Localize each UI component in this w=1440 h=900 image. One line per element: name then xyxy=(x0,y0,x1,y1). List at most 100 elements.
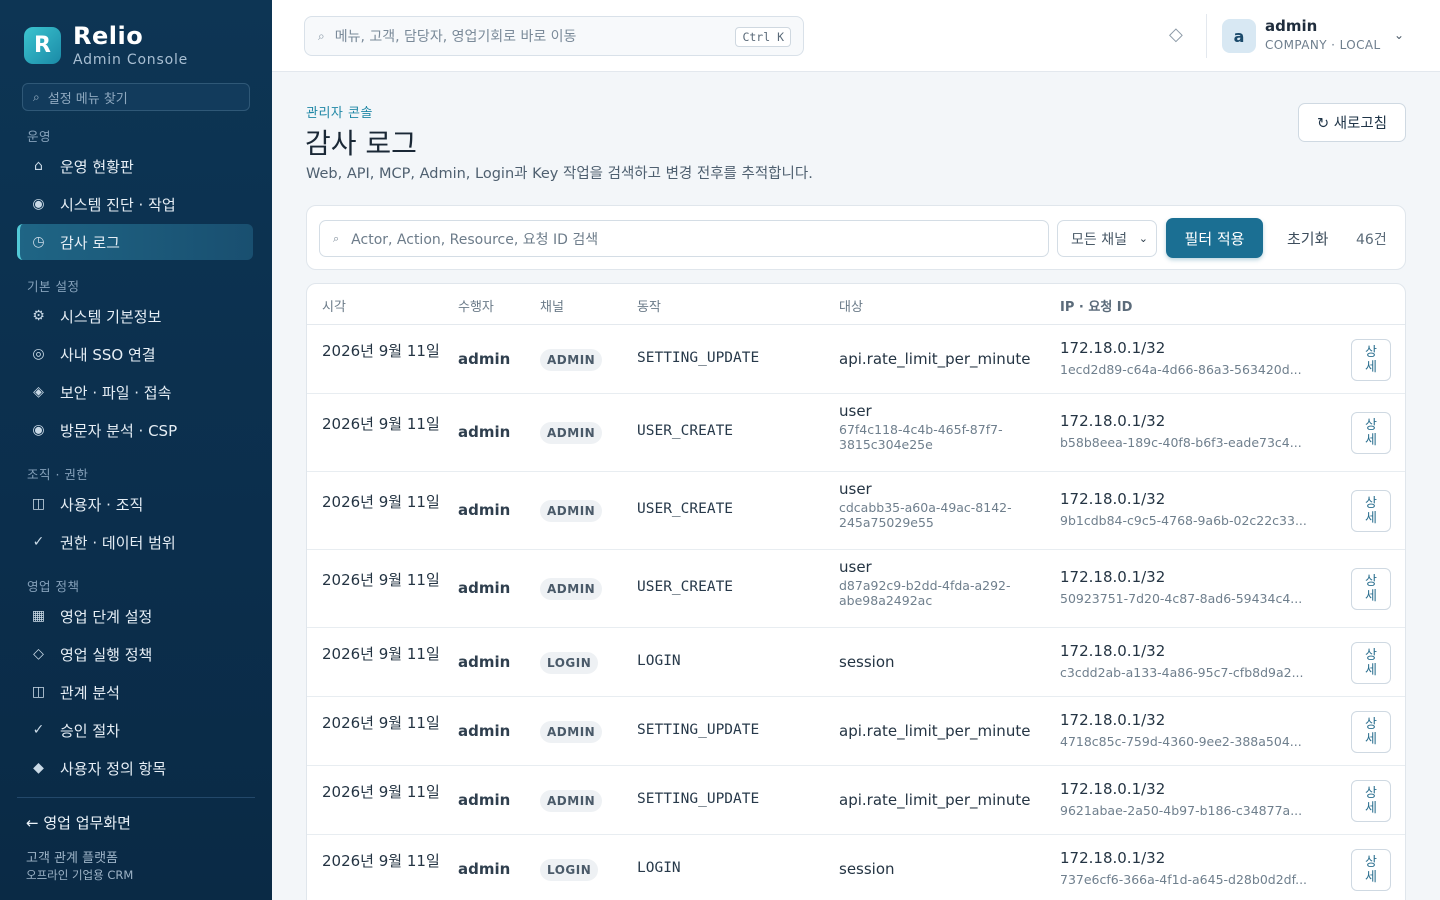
table-row[interactable]: 2026년 9월 11일 admin ADMIN SETTING_UPDATE api.… xyxy=(307,697,1405,766)
cell-request-id: b58b8eea-189c-40f8-b6f3-eade73c4... xyxy=(1060,435,1302,450)
global-search-placeholder: 메뉴, 고객, 담당자, 영업기회로 바로 이동 xyxy=(334,29,577,45)
cell-actor: admin xyxy=(458,349,511,368)
table-row[interactable]: 2026년 9월 11일 admin ADMIN USER_CREATE user 67f… xyxy=(307,394,1405,472)
channel-badge: LOGIN xyxy=(540,858,599,881)
cell-ip: 172.18.0.1/32 xyxy=(1060,710,1166,729)
cell-actor: admin xyxy=(458,859,511,878)
avatar[interactable]: a xyxy=(1222,19,1256,53)
sidebar-item-sales-stages[interactable]: ▦ 영업 단계 설정 xyxy=(17,598,253,634)
audit-log-table: 시각 수행자 채널 동작 대상 IP · 요청 ID 2026년 9월 11일 a… xyxy=(306,283,1406,900)
channel-select-value: 모든 채널 xyxy=(1071,231,1127,248)
table-row[interactable]: 2026년 9월 11일 admin ADMIN USER_CREATE user cdc… xyxy=(307,472,1405,550)
channel-badge: ADMIN xyxy=(540,578,603,600)
sidebar-item-permissions[interactable]: ✓ 권한 · 데이터 범위 xyxy=(17,524,253,560)
diagnostics-icon: ◉ xyxy=(32,196,45,212)
sidebar-item-label: 시스템 기본정보 xyxy=(60,307,162,326)
sidebar-item-security[interactable]: ◈ 보안 · 파일 · 접속 xyxy=(17,374,253,410)
sidebar-item-label: 영업 단계 설정 xyxy=(60,607,153,626)
detail-button[interactable]: 상세 xyxy=(1351,779,1391,822)
topbar: ⌕ 메뉴, 고객, 담당자, 영업기회로 바로 이동 Ctrl K ◇ a ad… xyxy=(272,0,1440,72)
detail-button[interactable]: 상세 xyxy=(1351,412,1391,454)
sidebar-item-audit-log[interactable]: ◷ 감사 로그 xyxy=(17,224,253,260)
shortcut-hint: Ctrl K xyxy=(735,27,791,47)
table-row[interactable]: 2026년 9월 11일 admin ADMIN USER_CREATE user d87… xyxy=(307,550,1405,628)
users-icon: ◫ xyxy=(31,496,46,512)
cell-ip: 172.18.0.1/32 xyxy=(1060,641,1166,660)
user-org: COMPANY · LOCAL xyxy=(1265,38,1381,52)
channel-badge: ADMIN xyxy=(540,720,603,743)
sidebar-item-sales-policy[interactable]: ◇ 영업 실행 정책 xyxy=(17,636,253,672)
sidebar-item-label: 영업 실행 정책 xyxy=(60,645,153,664)
sidebar-search-input[interactable]: ⌕ 설정 메뉴 찾기 xyxy=(22,83,250,111)
channel-badge: ADMIN xyxy=(540,789,603,812)
cell-time: 2026년 9월 11일 xyxy=(322,713,440,732)
back-to-sales-link[interactable]: ← 영업 업무화면 xyxy=(26,812,131,833)
brand-logo: R xyxy=(24,27,61,64)
cell-action: LOGIN xyxy=(637,652,681,669)
brand-subtitle: Admin Console xyxy=(73,52,189,68)
reset-filter-button[interactable]: 초기화 xyxy=(1287,228,1328,249)
cell-actor: admin xyxy=(458,579,511,597)
table-row[interactable]: 2026년 9월 11일 admin LOGIN LOGIN session 172.18… xyxy=(307,628,1405,697)
chevron-down-icon[interactable]: ⌄ xyxy=(1394,28,1404,42)
cell-action: LOGIN xyxy=(637,859,681,876)
cell-ip: 172.18.0.1/32 xyxy=(1060,848,1166,867)
channel-badge: ADMIN xyxy=(540,500,603,522)
sidebar-item-custom-fields[interactable]: ◆ 사용자 정의 항목 xyxy=(17,750,253,786)
brand-name: Relio xyxy=(73,22,144,50)
cell-target-id: d87a92c9-b2dd-4fda-a292-abe98a2492ac xyxy=(839,578,1011,608)
detail-button[interactable]: 상세 xyxy=(1351,710,1391,753)
column-header-target: 대상 xyxy=(839,300,863,315)
channel-badge: ADMIN xyxy=(540,348,603,371)
diamond-icon: ◇ xyxy=(33,646,44,662)
brand[interactable]: R Relio Admin Console xyxy=(24,22,188,68)
apply-filter-button[interactable]: 필터 적용 xyxy=(1166,218,1263,258)
detail-button[interactable]: 상세 xyxy=(1351,568,1391,610)
cell-request-id: 9621abae-2a50-4b97-b186-c34877a... xyxy=(1060,802,1303,818)
cell-action: USER_CREATE xyxy=(637,579,734,595)
search-icon: ⌕ xyxy=(333,231,340,245)
cell-ip: 172.18.0.1/32 xyxy=(1060,338,1166,357)
global-search-input[interactable]: ⌕ 메뉴, 고객, 담당자, 영업기회로 바로 이동 Ctrl K xyxy=(304,16,804,56)
notification-icon[interactable]: ◇ xyxy=(1169,24,1183,45)
cell-time: 2026년 9월 11일 xyxy=(322,571,440,589)
cell-action: SETTING_UPDATE xyxy=(637,721,760,738)
sidebar-item-relation-analysis[interactable]: ◫ 관계 분석 xyxy=(17,674,253,710)
cell-target: api.rate_limit_per_minute xyxy=(839,721,1031,740)
cell-actor: admin xyxy=(458,501,511,519)
sidebar-item-analytics[interactable]: ◉ 방문자 분석 · CSP xyxy=(17,412,253,448)
sidebar-item-label: 사내 SSO 연결 xyxy=(60,345,156,364)
cell-ip: 172.18.0.1/32 xyxy=(1060,568,1166,586)
sidebar-item-users[interactable]: ◫ 사용자 · 조직 xyxy=(17,486,253,522)
cell-actor: admin xyxy=(458,652,511,671)
table-row[interactable]: 2026년 9월 11일 admin ADMIN SETTING_UPDATE api.… xyxy=(307,766,1405,835)
user-name[interactable]: admin xyxy=(1265,17,1317,35)
table-row[interactable]: 2026년 9월 11일 admin LOGIN LOGIN session 172.18… xyxy=(307,835,1405,900)
relation-icon: ◫ xyxy=(31,684,46,700)
table-row[interactable]: 2026년 9월 11일 admin ADMIN SETTING_UPDATE api.… xyxy=(307,325,1405,394)
nav-group-org-permissions: 조직 · 권한 xyxy=(27,467,89,482)
detail-button[interactable]: 상세 xyxy=(1351,848,1391,891)
search-icon: ⌕ xyxy=(318,28,325,43)
sidebar-item-sso[interactable]: ◎ 사내 SSO 연결 xyxy=(17,336,253,372)
sidebar: R Relio Admin Console ⌕ 설정 메뉴 찾기 운영 ⌂ 운영 … xyxy=(0,0,272,900)
cell-target: api.rate_limit_per_minute xyxy=(839,349,1031,368)
sidebar-footer-subtitle: 오프라인 기업용 CRM xyxy=(26,868,134,882)
cell-target: session xyxy=(839,859,895,878)
breadcrumb[interactable]: 관리자 콘솔 xyxy=(306,102,373,121)
sidebar-item-system-info[interactable]: ⚙ 시스템 기본정보 xyxy=(17,298,253,334)
sidebar-item-diagnostics[interactable]: ◉ 시스템 진단 · 작업 xyxy=(17,186,253,222)
refresh-button[interactable]: ↻ 새로고침 xyxy=(1298,103,1406,142)
sidebar-item-dashboard[interactable]: ⌂ 운영 현황판 xyxy=(17,148,253,184)
detail-button[interactable]: 상세 xyxy=(1351,338,1391,381)
detail-button[interactable]: 상세 xyxy=(1351,641,1391,684)
channel-badge: ADMIN xyxy=(540,422,603,444)
detail-button[interactable]: 상세 xyxy=(1351,490,1391,532)
audit-search-input[interactable]: ⌕ Actor, Action, Resource, 요청 ID 검색 xyxy=(319,220,1049,257)
channel-select[interactable]: 모든 채널 ⌄ xyxy=(1057,220,1157,257)
search-icon: ⌕ xyxy=(33,89,40,104)
sidebar-item-label: 승인 절차 xyxy=(60,721,120,740)
sidebar-item-approval[interactable]: ✓ 승인 절차 xyxy=(17,712,253,748)
cell-time: 2026년 9월 11일 xyxy=(322,644,440,663)
nav-group-sales-policy: 영업 정책 xyxy=(27,579,80,594)
